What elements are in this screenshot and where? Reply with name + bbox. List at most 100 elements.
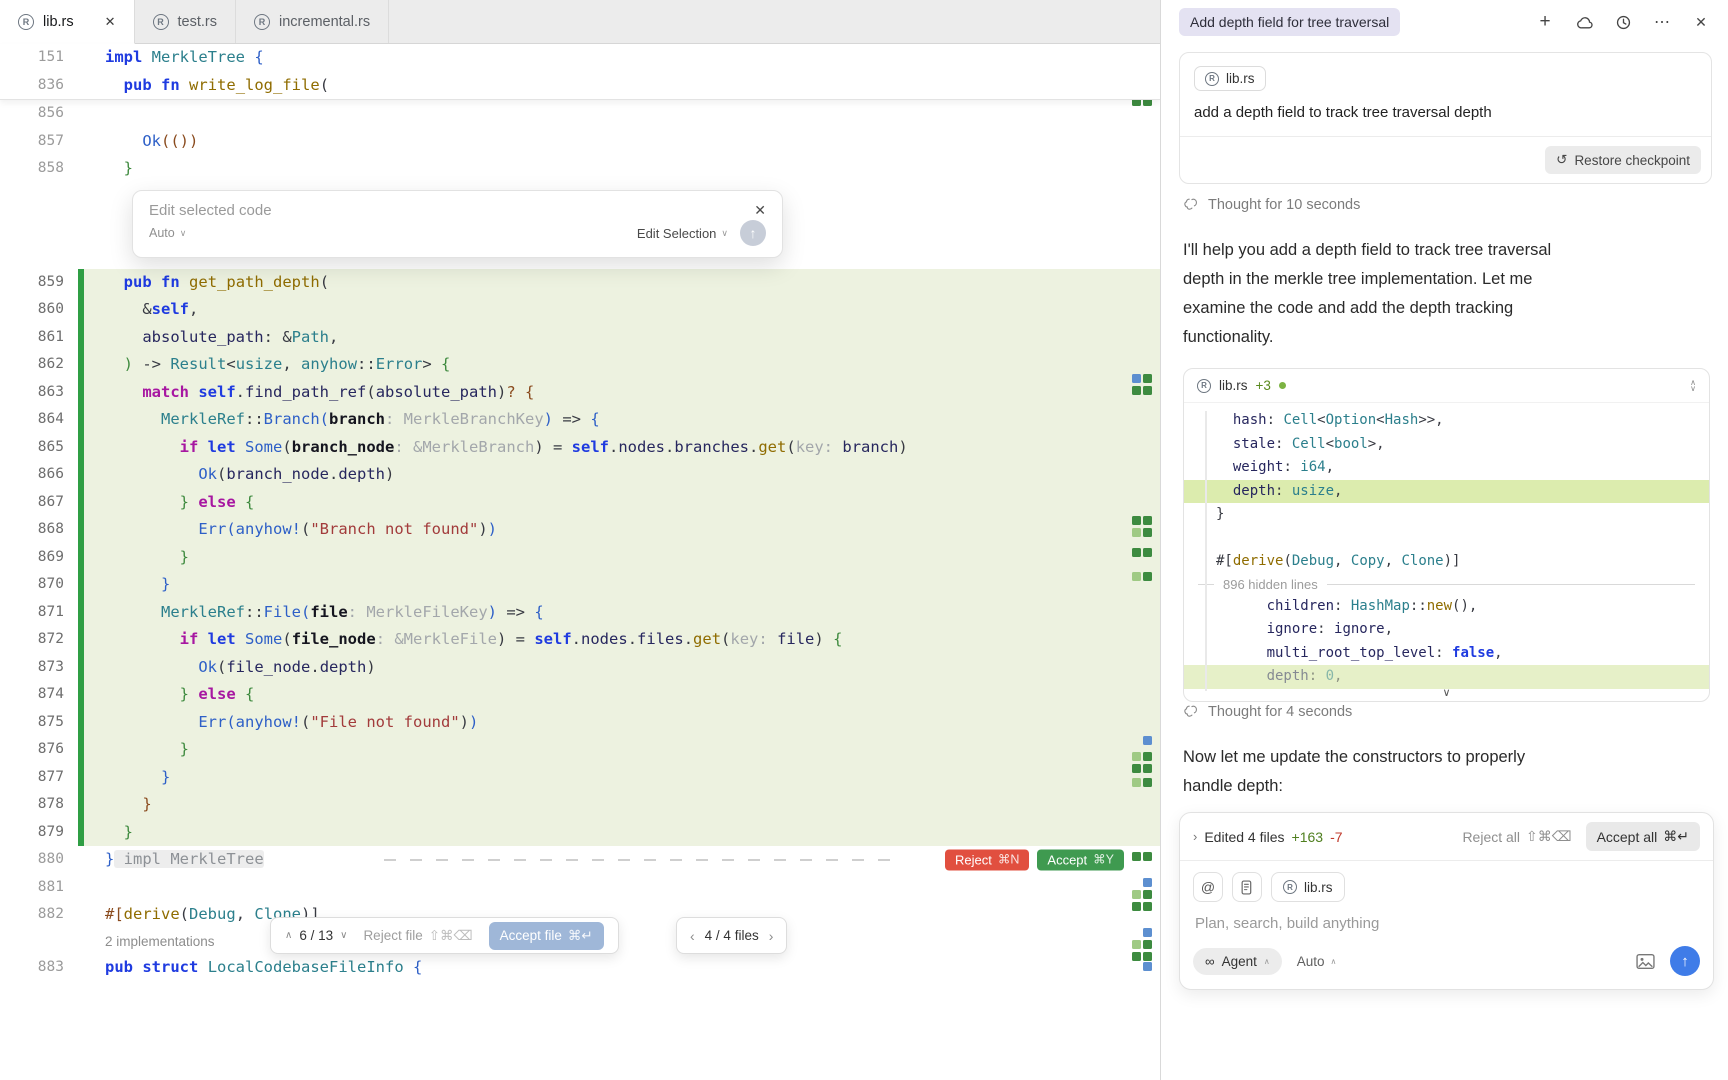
tab-label: test.rs <box>178 14 217 30</box>
editor-code-line: 836 pub fn write_log_file( <box>0 72 1160 100</box>
edited-files-bar: › Edited 4 files +163 -7 Reject all⇧⌘⌫ A… <box>1180 813 1713 861</box>
diff-marker <box>1132 852 1152 861</box>
files-nav-toolbar: ‹ 4 / 4 files › <box>676 917 787 954</box>
thread-title[interactable]: Add depth field for tree traversal <box>1179 8 1400 36</box>
diff-marker <box>1132 902 1152 911</box>
more-options-icon[interactable]: ⋯ <box>1653 13 1671 31</box>
editor-code-line: 859 pub fn get_path_depth( <box>0 269 1160 297</box>
reject-hunk-button[interactable]: Reject⌘N <box>945 849 1029 870</box>
hunk-counter: 6 / 13 <box>299 928 333 943</box>
tab-test-rs[interactable]: R test.rs <box>135 0 236 43</box>
edited-file-name[interactable]: lib.rs <box>1219 378 1248 393</box>
inline-edit-input[interactable]: Edit selected code <box>149 202 272 219</box>
restore-checkpoint-button[interactable]: ↺ Restore checkpoint <box>1545 146 1701 174</box>
accept-hunk-button[interactable]: Accept⌘Y <box>1037 849 1124 870</box>
close-icon[interactable]: ✕ <box>105 14 116 30</box>
reject-file-button[interactable]: Reject file⇧⌘⌫ <box>363 928 472 944</box>
diff-marker <box>1132 374 1152 383</box>
diff-code-line: multi_root_top_level: false, <box>1184 642 1709 666</box>
diff-code-line <box>1184 527 1709 551</box>
diff-marker <box>1132 548 1152 557</box>
edit-selection-dropdown[interactable]: Edit Selection∨ <box>637 226 728 241</box>
diff-code-line: weight: i64, <box>1184 456 1709 480</box>
chevron-down-icon: ∨ <box>180 228 187 239</box>
chevron-left-icon[interactable]: ‹ <box>690 928 695 944</box>
history-icon[interactable] <box>1614 13 1632 31</box>
context-file-chip[interactable]: R lib.rs <box>1271 872 1345 902</box>
editor-code-line: 869 } <box>0 544 1160 572</box>
tab-label: incremental.rs <box>279 14 370 30</box>
brain-icon <box>1183 704 1199 720</box>
added-lines-count: +3 <box>1256 378 1271 393</box>
chevron-up-icon[interactable]: ∧ <box>285 930 292 941</box>
assistant-message: Now let me update the constructors to pr… <box>1183 743 1645 801</box>
editor-code-line: 861 absolute_path: &Path, <box>0 324 1160 352</box>
context-file-chip[interactable]: R lib.rs <box>1194 66 1266 91</box>
editor-code-line: 870 } <box>0 571 1160 599</box>
editor-code-line: 877 } <box>0 764 1160 792</box>
expand-icon[interactable]: ∧∨ <box>1690 380 1696 392</box>
editor-code-line: 860 &self, <box>0 296 1160 324</box>
accept-file-button[interactable]: Accept file⌘↵ <box>489 922 604 950</box>
image-attach-icon[interactable] <box>1636 953 1655 970</box>
diff-marker <box>1132 778 1152 787</box>
editor-code-line: 873 Ok(file_node.depth) <box>0 654 1160 682</box>
mention-button[interactable]: @ <box>1193 872 1223 902</box>
diff-marker <box>1143 736 1152 745</box>
editor-code-line: 857 Ok(()) <box>0 128 1160 156</box>
close-panel-icon[interactable]: ✕ <box>1692 13 1710 31</box>
diff-marker <box>1132 890 1152 899</box>
chevron-down-icon[interactable]: ∨ <box>1442 686 1450 699</box>
tab-bar: R lib.rs ✕ R test.rs R incremental.rs <box>0 0 1160 44</box>
diff-nav-toolbar: ∧ 6 / 13 ∨ Reject file⇧⌘⌫ Accept file⌘↵ <box>270 917 619 954</box>
chevron-right-icon[interactable]: › <box>1193 829 1197 844</box>
thought-row[interactable]: Thought for 4 seconds <box>1183 704 1352 720</box>
diff-preview[interactable]: hash: Cell<Option<Hash>>, stale: Cell<bo… <box>1184 402 1709 701</box>
lines-added: +163 <box>1292 829 1324 845</box>
tab-lib-rs[interactable]: R lib.rs ✕ <box>0 0 135 44</box>
files-counter: 4 / 4 files <box>705 928 759 943</box>
rust-file-icon: R <box>153 14 169 30</box>
cloud-icon[interactable] <box>1575 13 1593 31</box>
user-message-card: R lib.rs add a depth field to track tree… <box>1179 52 1712 184</box>
composer-input[interactable]: Plan, search, build anything <box>1180 902 1713 932</box>
diff-marker <box>1143 962 1152 971</box>
attach-file-button[interactable] <box>1232 872 1262 902</box>
accept-all-button[interactable]: Accept all⌘↵ <box>1586 822 1700 851</box>
editor-code-line: 863 match self.find_path_ref(absolute_pa… <box>0 379 1160 407</box>
model-selector[interactable]: Auto∨ <box>149 226 186 240</box>
reject-all-button[interactable]: Reject all⇧⌘⌫ <box>1462 828 1571 845</box>
hidden-lines-divider[interactable]: 896 hidden lines <box>1184 574 1709 595</box>
submit-edit-button[interactable]: ↑ <box>740 220 766 246</box>
diff-code-line: children: HashMap::new(), <box>1184 595 1709 619</box>
tab-incremental-rs[interactable]: R incremental.rs <box>236 0 389 43</box>
send-button[interactable]: ↑ <box>1670 946 1700 976</box>
lines-removed: -7 <box>1330 829 1342 845</box>
sticky-header-lines: 151impl MerkleTree {836 pub fn write_log… <box>0 44 1160 100</box>
assistant-message: I'll help you add a depth field to track… <box>1183 236 1645 352</box>
chevron-down-icon[interactable]: ∨ <box>340 930 347 941</box>
chevron-down-icon: ∨ <box>721 228 728 239</box>
close-icon[interactable]: ✕ <box>754 202 766 219</box>
editor-code-line: 866 Ok(branch_node.depth) <box>0 461 1160 489</box>
rust-file-icon: R <box>1283 880 1297 894</box>
agent-mode-selector[interactable]: ∞ Agent ∧ <box>1193 948 1282 975</box>
composer-card: › Edited 4 files +163 -7 Reject all⇧⌘⌫ A… <box>1179 812 1714 990</box>
rust-file-icon: R <box>1205 72 1219 86</box>
edited-files-label[interactable]: Edited 4 files <box>1204 829 1284 845</box>
editor-code-line: 871 MerkleRef::File(file: MerkleFileKey)… <box>0 599 1160 627</box>
diff-code-line: depth: usize, <box>1184 480 1709 504</box>
at-icon: @ <box>1201 879 1215 895</box>
editor-code-line: 879 } <box>0 819 1160 847</box>
chevron-right-icon[interactable]: › <box>769 928 774 944</box>
diff-marker <box>1143 928 1152 937</box>
chevron-up-icon: ∧ <box>1331 957 1337 966</box>
thought-row[interactable]: Thought for 10 seconds <box>1183 197 1360 213</box>
diff-marker <box>1132 764 1152 773</box>
assistant-panel: Add depth field for tree traversal + ⋯ ✕… <box>1160 0 1728 1080</box>
model-mode-selector[interactable]: Auto ∧ <box>1297 954 1337 969</box>
diff-marker <box>1132 528 1152 537</box>
new-thread-icon[interactable]: + <box>1536 13 1554 31</box>
diff-code-line: } <box>1184 503 1709 527</box>
editor-code-line: 876 } <box>0 736 1160 764</box>
